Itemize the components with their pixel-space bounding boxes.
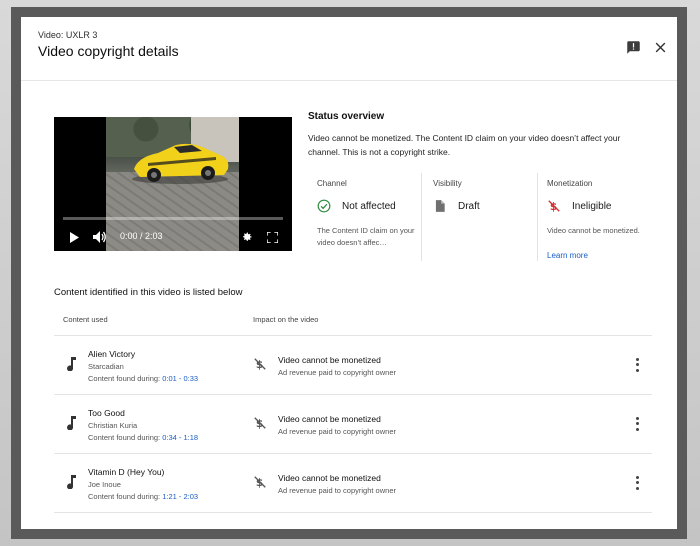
play-button[interactable] — [67, 229, 81, 245]
found-label: Content found during: — [88, 433, 161, 442]
no-monetization-icon: $ — [254, 417, 266, 430]
dialog-header: Video: UXLR 3 Video copyright details — [21, 17, 677, 81]
close-icon — [655, 42, 665, 52]
status-overview-title: Status overview — [308, 111, 385, 122]
card-value: Ineligible — [572, 201, 612, 212]
column-header-impact: Impact on the video — [253, 315, 319, 324]
status-card-visibility: Visibility Draft — [424, 173, 538, 261]
track-title: Alien Victory — [88, 349, 136, 359]
music-note-icon — [67, 416, 76, 430]
fullscreen-icon — [266, 231, 278, 243]
time-range-link[interactable]: 1:21 - 2:03 — [162, 492, 198, 501]
content-list-title: Content identified in this video is list… — [54, 287, 243, 298]
music-note-icon — [67, 357, 76, 371]
video-progress-bar[interactable] — [63, 217, 283, 220]
status-card-monetization: Monetization $ Ineligible Video cannot b… — [538, 173, 652, 261]
fullscreen-button[interactable] — [264, 229, 280, 245]
check-circle-icon — [317, 199, 331, 213]
found-label: Content found during: — [88, 374, 161, 383]
divider — [54, 512, 652, 513]
learn-more-link[interactable]: Learn more — [547, 251, 588, 260]
content-found: Content found during: 0:01 - 0:33 — [88, 374, 198, 383]
content-row: Vitamin D (Hey You) Joe Inoue Content fo… — [54, 454, 652, 512]
music-note-icon — [67, 475, 76, 489]
status-description: Video cannot be monetized. The Content I… — [308, 133, 621, 157]
track-title: Too Good — [88, 408, 125, 418]
status-cards: Channel Not affected The Content ID clai… — [308, 173, 658, 261]
found-label: Content found during: — [88, 492, 161, 501]
file-icon — [435, 200, 445, 212]
no-monetization-icon: $ — [254, 476, 266, 489]
impact-subtitle: Ad revenue paid to copyright owner — [278, 486, 396, 495]
impact-title: Video cannot be monetized — [278, 414, 381, 424]
content-found: Content found during: 0:34 - 1:18 — [88, 433, 198, 442]
card-note: The Content ID claim on your video doesn… — [317, 226, 415, 247]
card-label: Monetization — [547, 179, 593, 188]
impact-subtitle: Ad revenue paid to copyright owner — [278, 427, 396, 436]
content-row: Alien Victory Starcadian Content found d… — [54, 336, 652, 394]
impact-title: Video cannot be monetized — [278, 355, 381, 365]
video-time: 0:00 / 2:03 — [120, 231, 163, 241]
gear-icon — [243, 232, 252, 241]
close-button[interactable] — [650, 37, 670, 57]
card-label: Visibility — [433, 179, 462, 188]
time-range-link[interactable]: 0:01 - 0:33 — [162, 374, 198, 383]
content-row: Too Good Christian Kuria Content found d… — [54, 395, 652, 453]
impact-subtitle: Ad revenue paid to copyright owner — [278, 368, 396, 377]
impact-title: Video cannot be monetized — [278, 473, 381, 483]
no-dollar-icon: $ — [548, 200, 560, 213]
video-player[interactable]: 0:00 / 2:03 — [54, 117, 292, 251]
no-monetization-icon: $ — [254, 358, 266, 371]
track-artist: Christian Kuria — [88, 421, 138, 430]
card-value: Draft — [458, 201, 480, 212]
car-image — [132, 143, 229, 184]
play-icon — [70, 231, 79, 243]
time-range-link[interactable]: 0:34 - 1:18 — [162, 433, 198, 442]
volume-icon — [93, 231, 106, 243]
column-header-content: Content used — [63, 315, 108, 324]
feedback-button[interactable] — [623, 37, 643, 57]
status-card-channel: Channel Not affected The Content ID clai… — [308, 173, 422, 261]
card-note: Video cannot be monetized. — [547, 226, 640, 235]
track-title: Vitamin D (Hey You) — [88, 467, 165, 477]
settings-button[interactable] — [239, 229, 255, 245]
card-label: Channel — [317, 179, 347, 188]
more-options-button[interactable] — [632, 416, 642, 432]
track-artist: Starcadian — [88, 362, 124, 371]
content-found: Content found during: 1:21 - 2:03 — [88, 492, 198, 501]
video-name: Video: UXLR 3 — [38, 30, 98, 40]
volume-button[interactable] — [92, 229, 108, 245]
feedback-icon — [626, 40, 640, 54]
copyright-dialog: Video: UXLR 3 Video copyright details 0:… — [21, 17, 677, 529]
more-options-button[interactable] — [632, 357, 642, 373]
more-options-button[interactable] — [632, 475, 642, 491]
dialog-title: Video copyright details — [38, 43, 179, 59]
card-value: Not affected — [342, 201, 396, 212]
track-artist: Joe Inoue — [88, 480, 121, 489]
dialog-frame: Video: UXLR 3 Video copyright details 0:… — [11, 7, 687, 539]
